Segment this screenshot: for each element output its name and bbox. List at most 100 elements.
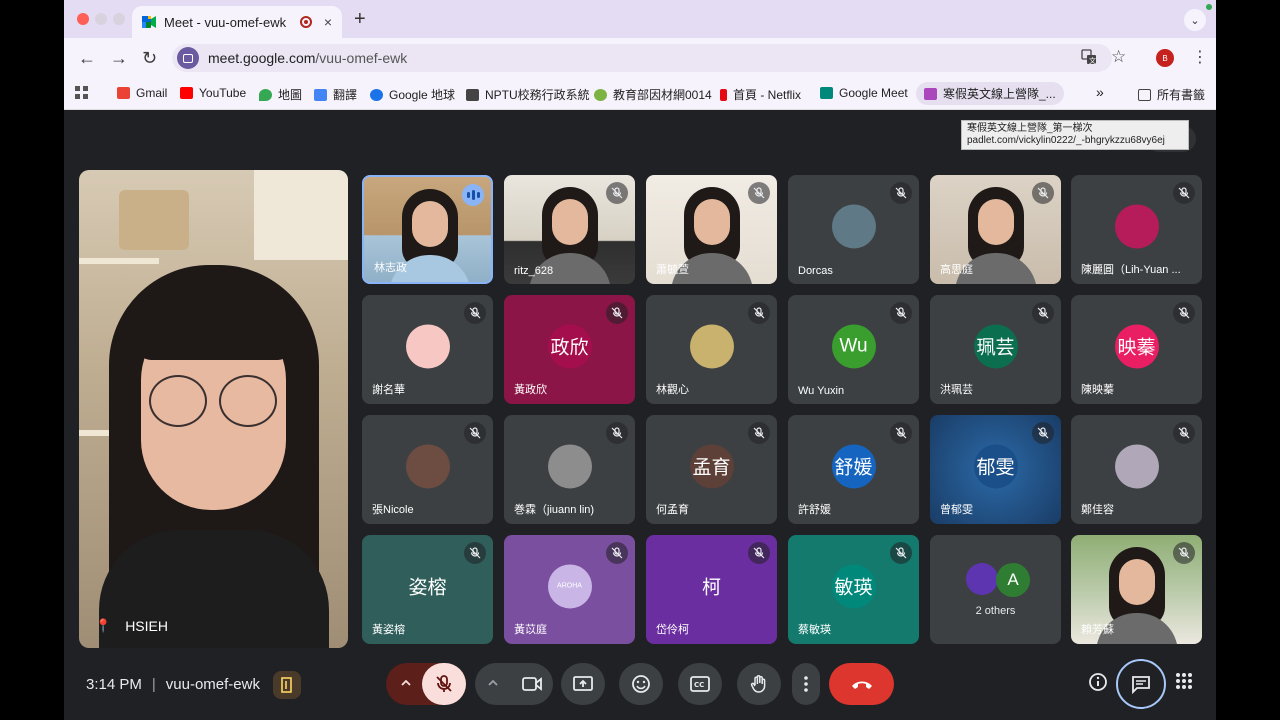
bookmark-nptu[interactable]: NPTU校務行政系統 (466, 86, 590, 103)
participant-tile[interactable]: 舒媛 許舒媛 (788, 415, 919, 524)
participant-face (1119, 559, 1155, 605)
tab-title: Meet - vuu-omef-ewk (164, 14, 287, 30)
wall (254, 170, 348, 260)
more-options-button[interactable] (792, 663, 820, 705)
raise-hand-button[interactable] (737, 663, 781, 705)
participant-tile[interactable]: 珮芸 洪珮芸 (930, 295, 1061, 404)
captions-button[interactable]: CC (678, 663, 722, 705)
reload-icon[interactable]: ↻ (142, 48, 157, 69)
new-tab-button[interactable]: + (354, 8, 366, 31)
camera-icon[interactable] (521, 674, 543, 694)
profile-photo (405, 323, 450, 368)
hang-up-icon (851, 681, 872, 689)
apps-grid-icon[interactable] (75, 86, 88, 99)
present-icon (573, 676, 593, 691)
meeting-details-icon[interactable] (1088, 672, 1108, 697)
bookmark-label: 教育部因材網0014 (613, 88, 712, 102)
bookmark-netflix[interactable]: 首頁 - Netflix (720, 86, 801, 103)
participant-tile[interactable]: 張Nicole (362, 415, 493, 524)
participant-tile[interactable]: ritz_628 (504, 175, 635, 284)
hand-icon (750, 675, 766, 693)
nptu-icon (466, 88, 479, 101)
avatar (966, 563, 998, 595)
browser-menu-icon[interactable]: ⋮ (1192, 47, 1208, 67)
participant-tile[interactable]: 陳麗圓（Lih-Yuan ... (1071, 175, 1202, 284)
folder-label: 所有書籤 (1157, 88, 1206, 102)
self-view-tile[interactable]: 📍 HSIEH (79, 170, 348, 648)
profile-photo (1114, 203, 1159, 248)
participant-name: 何孟育 (656, 504, 689, 516)
participant-tile[interactable]: 孟育 何孟育 (646, 415, 777, 524)
profile-avatar[interactable]: B (1156, 49, 1174, 67)
leave-call-button[interactable] (829, 663, 894, 705)
tab-close-icon[interactable]: × (324, 14, 332, 30)
others-label: 2 others (975, 605, 1016, 617)
forward-icon[interactable]: → (110, 48, 128, 69)
participant-tile[interactable]: 映蓁 陳映蓁 (1071, 295, 1202, 404)
bookmark-star-icon[interactable]: ☆ (1111, 47, 1126, 67)
bookmark-tooltip: 寒假英文線上營隊_第一梯次 padlet.com/vickylin0222/_-… (961, 120, 1189, 150)
mic-toggle-button[interactable] (422, 663, 466, 705)
bookmark-youtube[interactable]: YouTube (180, 86, 246, 100)
participant-tile[interactable]: 郁雯 曾郁雯 (930, 415, 1061, 524)
mic-off-icon (1032, 422, 1054, 444)
pin-icon[interactable]: 📍 (95, 618, 111, 634)
present-screen-button[interactable] (561, 663, 605, 705)
participant-tile[interactable]: 林觀心 (646, 295, 777, 404)
participant-name: 許舒媛 (798, 504, 831, 516)
back-icon[interactable]: ← (78, 48, 96, 69)
tab-meet[interactable]: Meet - vuu-omef-ewk × (132, 6, 342, 38)
participant-tile[interactable]: Wu Wu Yuxin (788, 295, 919, 404)
maximize-window-button[interactable] (113, 13, 125, 25)
mic-off-icon (1032, 302, 1054, 324)
bookmark-label: 寒假英文線上營隊_... (943, 87, 1056, 101)
participant-name: Wu Yuxin (798, 385, 845, 397)
minimize-window-button[interactable] (95, 13, 107, 25)
chat-button[interactable] (1116, 659, 1166, 709)
host-controls-button[interactable] (273, 671, 301, 699)
bookmark-adl[interactable]: 教育部因材網0014 (594, 86, 712, 103)
bookmark-translate[interactable]: 翻譯 (314, 86, 357, 103)
netflix-icon (720, 88, 727, 101)
close-window-button[interactable] (77, 13, 89, 25)
basket (119, 190, 189, 250)
participant-tile[interactable]: 政欣 黃政欣 (504, 295, 635, 404)
address-bar[interactable]: meet.google.com/vuu-omef-ewk (172, 44, 1112, 72)
participant-tile[interactable]: 鄭佳容 (1071, 415, 1202, 524)
emoji-icon (632, 675, 650, 693)
site-info-icon[interactable] (177, 47, 199, 69)
bookmark-padlet[interactable]: 寒假英文線上營隊_... (916, 82, 1064, 105)
bookmark-label: NPTU校務行政系統 (485, 88, 590, 102)
all-bookmarks-folder[interactable]: 所有書籤 (1138, 86, 1205, 103)
participant-tile[interactable]: A 2 others (930, 535, 1061, 644)
bookmarks-overflow-icon[interactable]: » (1096, 84, 1104, 100)
tab-search-button[interactable]: ⌄ (1184, 9, 1206, 31)
participant-tile[interactable]: 柯岱伶柯 (646, 535, 777, 644)
bookmark-gmail[interactable]: Gmail (117, 86, 167, 100)
participant-tile[interactable]: 敏瑛 蔡敏瑛 (788, 535, 919, 644)
participant-tile[interactable]: AROHA 黃苡庭 (504, 535, 635, 644)
participant-tile[interactable]: 蕭毓萱 (646, 175, 777, 284)
bookmark-meet[interactable]: Google Meet (820, 86, 908, 100)
initials-avatar: 姿榕 (408, 577, 447, 599)
chevron-up-icon[interactable] (487, 678, 499, 688)
participant-tile[interactable]: 巻霖（jiuann lin) (504, 415, 635, 524)
participant-tile[interactable]: 謝名華 (362, 295, 493, 404)
bookmark-label: Google Meet (839, 86, 908, 100)
bangs (137, 290, 292, 360)
participant-tile[interactable]: 姿榕 黃姿榕 (362, 535, 493, 644)
participant-face (552, 199, 588, 245)
reactions-button[interactable] (619, 663, 663, 705)
initials-avatar: 郁雯 (973, 443, 1018, 488)
bookmark-maps[interactable]: 地圖 (259, 86, 302, 103)
translate-icon[interactable]: 文 (1081, 49, 1097, 69)
participant-tile[interactable]: 高思庭 (930, 175, 1061, 284)
participant-tile[interactable]: 賴芳蘇 (1071, 535, 1202, 644)
initials-avatar: 政欣 (547, 323, 592, 368)
recording-indicator-icon (299, 16, 312, 28)
initials-avatar: 珮芸 (973, 323, 1018, 368)
bookmark-earth[interactable]: Google 地球 (370, 86, 455, 103)
participant-tile[interactable]: 林志政 (362, 175, 493, 284)
participant-tile[interactable]: Dorcas (788, 175, 919, 284)
activities-grid-icon[interactable] (1175, 672, 1193, 695)
